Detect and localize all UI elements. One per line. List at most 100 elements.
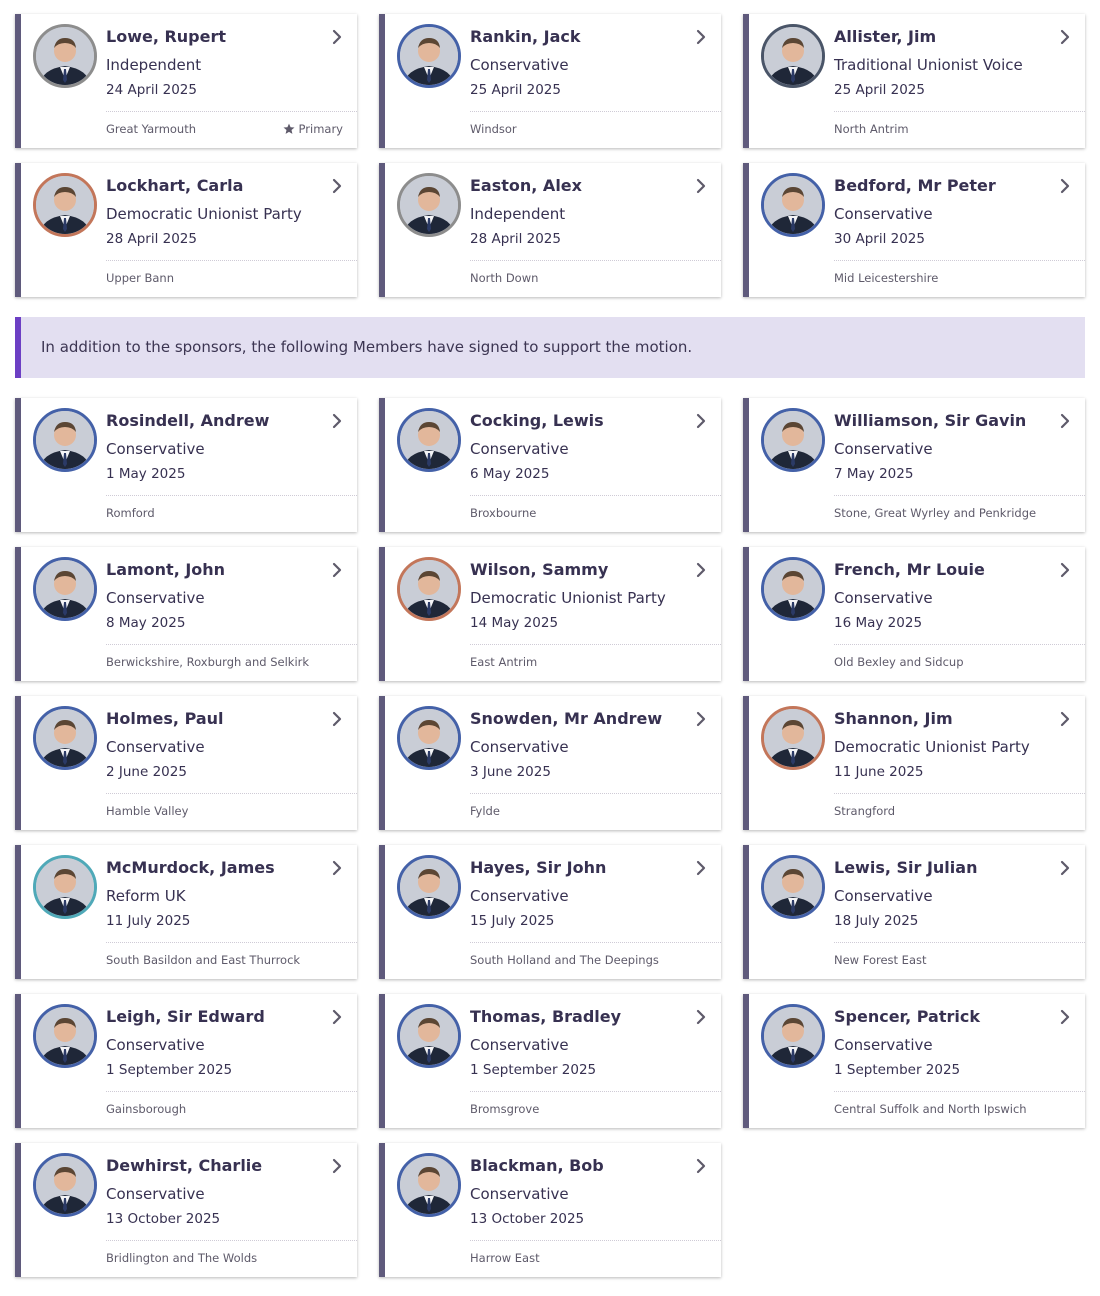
- member-name: Snowden, Mr Andrew: [470, 709, 663, 728]
- member-card[interactable]: Lockhart, Carla Democratic Unionist Part…: [15, 163, 357, 297]
- member-constituency: Strangford: [834, 804, 896, 818]
- member-photo-icon: [36, 176, 94, 234]
- chevron-right-icon[interactable]: [1057, 410, 1073, 432]
- member-card[interactable]: Bedford, Mr Peter Conservative 30 April …: [743, 163, 1085, 297]
- member-party: Conservative: [470, 738, 569, 756]
- chevron-right-icon[interactable]: [693, 857, 709, 879]
- chevron-right-icon[interactable]: [1057, 857, 1073, 879]
- member-name: Lockhart, Carla: [106, 176, 244, 195]
- member-card[interactable]: Cocking, Lewis Conservative 6 May 2025 B…: [379, 398, 721, 532]
- member-avatar: [397, 173, 461, 237]
- member-party: Conservative: [106, 589, 205, 607]
- chevron-right-icon[interactable]: [1057, 559, 1073, 581]
- member-photo-icon: [400, 1156, 458, 1214]
- chevron-right-icon[interactable]: [693, 175, 709, 197]
- signed-date: 13 October 2025: [106, 1211, 221, 1227]
- member-card[interactable]: Hayes, Sir John Conservative 15 July 202…: [379, 845, 721, 979]
- member-card[interactable]: McMurdock, James Reform UK 11 July 2025 …: [15, 845, 357, 979]
- member-name: Thomas, Bradley: [470, 1007, 622, 1026]
- member-card[interactable]: Rosindell, Andrew Conservative 1 May 202…: [15, 398, 357, 532]
- member-party: Conservative: [106, 1036, 205, 1054]
- member-photo-icon: [400, 709, 458, 767]
- member-photo-icon: [764, 560, 822, 618]
- primary-sponsor-badge: Primary: [283, 122, 343, 136]
- chevron-right-icon[interactable]: [329, 1006, 345, 1028]
- chevron-right-icon[interactable]: [693, 26, 709, 48]
- member-card[interactable]: Rankin, Jack Conservative 25 April 2025 …: [379, 14, 721, 148]
- member-constituency: Harrow East: [470, 1251, 540, 1265]
- member-card[interactable]: Snowden, Mr Andrew Conservative 3 June 2…: [379, 696, 721, 830]
- signed-date: 13 October 2025: [470, 1211, 585, 1227]
- member-photo-icon: [764, 27, 822, 85]
- member-party: Democratic Unionist Party: [106, 205, 302, 223]
- member-name: Williamson, Sir Gavin: [834, 411, 1027, 430]
- member-party: Independent: [106, 56, 202, 74]
- card-footer: Strangford: [834, 793, 1085, 818]
- chevron-right-icon[interactable]: [693, 559, 709, 581]
- member-avatar: [761, 1004, 825, 1068]
- member-constituency: Broxbourne: [470, 506, 537, 520]
- member-party: Conservative: [834, 589, 933, 607]
- member-name: Lamont, John: [106, 560, 226, 579]
- member-avatar: [397, 1004, 461, 1068]
- member-party: Conservative: [470, 887, 569, 905]
- member-card[interactable]: Dewhirst, Charlie Conservative 13 Octobe…: [15, 1143, 357, 1277]
- chevron-right-icon[interactable]: [329, 559, 345, 581]
- member-photo-icon: [36, 411, 94, 469]
- member-card[interactable]: French, Mr Louie Conservative 16 May 202…: [743, 547, 1085, 681]
- chevron-right-icon[interactable]: [329, 708, 345, 730]
- member-photo-icon: [36, 1156, 94, 1214]
- member-avatar: [761, 408, 825, 472]
- card-footer: Harrow East: [470, 1240, 721, 1265]
- member-card[interactable]: Williamson, Sir Gavin Conservative 7 May…: [743, 398, 1085, 532]
- signed-date: 1 September 2025: [834, 1062, 961, 1078]
- card-footer: Broxbourne: [470, 495, 721, 520]
- chevron-right-icon[interactable]: [693, 410, 709, 432]
- card-footer: Bridlington and The Wolds: [106, 1240, 357, 1265]
- member-photo-icon: [764, 411, 822, 469]
- star-icon: [283, 123, 295, 134]
- chevron-right-icon[interactable]: [329, 26, 345, 48]
- member-card[interactable]: Blackman, Bob Conservative 13 October 20…: [379, 1143, 721, 1277]
- chevron-right-icon[interactable]: [329, 857, 345, 879]
- member-party: Conservative: [834, 205, 933, 223]
- signed-date: 14 May 2025: [470, 615, 559, 631]
- member-card[interactable]: Lowe, Rupert Independent 24 April 2025 G…: [15, 14, 357, 148]
- member-card[interactable]: Holmes, Paul Conservative 2 June 2025 Ha…: [15, 696, 357, 830]
- member-card[interactable]: Allister, Jim Traditional Unionist Voice…: [743, 14, 1085, 148]
- chevron-right-icon[interactable]: [693, 1006, 709, 1028]
- card-footer: Windsor: [470, 111, 721, 136]
- chevron-right-icon[interactable]: [329, 175, 345, 197]
- card-footer: South Basildon and East Thurrock: [106, 942, 357, 967]
- member-constituency: Romford: [106, 506, 155, 520]
- chevron-right-icon[interactable]: [1057, 26, 1073, 48]
- member-photo-icon: [36, 27, 94, 85]
- member-card[interactable]: Spencer, Patrick Conservative 1 Septembe…: [743, 994, 1085, 1128]
- member-card[interactable]: Lamont, John Conservative 8 May 2025 Ber…: [15, 547, 357, 681]
- member-constituency: Berwickshire, Roxburgh and Selkirk: [106, 655, 310, 669]
- member-photo-icon: [764, 176, 822, 234]
- member-card[interactable]: Thomas, Bradley Conservative 1 September…: [379, 994, 721, 1128]
- chevron-right-icon[interactable]: [1057, 708, 1073, 730]
- member-card[interactable]: Leigh, Sir Edward Conservative 1 Septemb…: [15, 994, 357, 1128]
- member-avatar: [397, 1153, 461, 1217]
- card-footer: New Forest East: [834, 942, 1085, 967]
- chevron-right-icon[interactable]: [329, 410, 345, 432]
- member-constituency: North Down: [470, 271, 539, 285]
- card-footer: Old Bexley and Sidcup: [834, 644, 1085, 669]
- chevron-right-icon[interactable]: [693, 708, 709, 730]
- chevron-right-icon[interactable]: [1057, 1006, 1073, 1028]
- signed-date: 15 July 2025: [470, 913, 555, 929]
- member-card[interactable]: Easton, Alex Independent 28 April 2025 N…: [379, 163, 721, 297]
- card-footer: Upper Bann: [106, 260, 357, 285]
- member-card[interactable]: Lewis, Sir Julian Conservative 18 July 2…: [743, 845, 1085, 979]
- member-card[interactable]: Shannon, Jim Democratic Unionist Party 1…: [743, 696, 1085, 830]
- chevron-right-icon[interactable]: [693, 1155, 709, 1177]
- member-avatar: [397, 24, 461, 88]
- member-name: Lewis, Sir Julian: [834, 858, 978, 877]
- chevron-right-icon[interactable]: [1057, 175, 1073, 197]
- member-photo-icon: [764, 1007, 822, 1065]
- member-photo-icon: [400, 176, 458, 234]
- chevron-right-icon[interactable]: [329, 1155, 345, 1177]
- member-card[interactable]: Wilson, Sammy Democratic Unionist Party …: [379, 547, 721, 681]
